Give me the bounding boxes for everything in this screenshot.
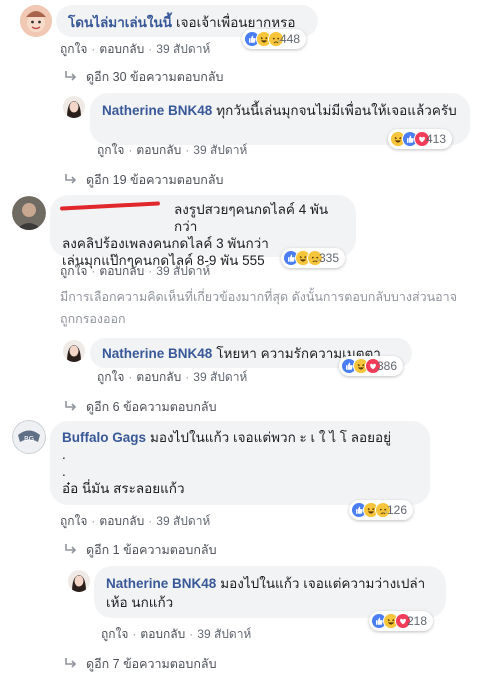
comment-text: อ๋อ นี่มัน สระลอยแก้ว (62, 481, 185, 496)
reaction-count: 386 (377, 359, 398, 373)
comment-author[interactable]: โดนไล่มาเล่นในนี้ (68, 15, 172, 30)
reaction-count: 448 (280, 32, 301, 46)
reaction-count: 335 (319, 251, 340, 265)
like-link[interactable]: ถูกใจ (60, 514, 87, 528)
timestamp[interactable]: 39 สัปดาห์ (156, 42, 210, 56)
view-replies-label: ดูอีก 30 ข้อความตอบกลับ (86, 70, 224, 84)
view-replies-link[interactable]: ดูอีก 7 ข้อความตอบกลับ (64, 654, 217, 674)
timestamp[interactable]: 39 สัปดาห์ (193, 143, 247, 157)
avatar[interactable] (68, 570, 90, 592)
comment-text: เห้อ นกแก้ว (106, 595, 174, 610)
user-avatar-icon (12, 196, 46, 230)
reaction-count: 413 (426, 132, 447, 146)
like-link[interactable]: ถูกใจ (97, 370, 124, 384)
comment-author[interactable]: Natherine BNK48 (102, 103, 212, 118)
view-replies-label: ดูอีก 7 ข้อความตอบกลับ (86, 657, 217, 671)
comment-author[interactable]: Natherine BNK48 (102, 346, 212, 361)
comment-text: มองไปในแก้ว เจอแต่พวก ะ เ ใ ไ โ ลอยอยู่ (150, 430, 392, 445)
svg-text:BG: BG (24, 435, 34, 443)
reaction-summary[interactable]: 448 (242, 29, 307, 49)
reply-arrow-icon (64, 399, 78, 413)
view-replies-label: ดูอีก 6 ข้อความตอบกลับ (86, 400, 217, 414)
comment-actions: ถูกใจ · ตอบกลับ · 39 สัปดาห์ (60, 514, 211, 528)
comment-text: . (62, 464, 66, 479)
like-link[interactable]: ถูกใจ (60, 42, 87, 56)
like-link[interactable]: ถูกใจ (97, 143, 124, 157)
comment-text: มองไปในแก้ว เจอแต่ความว่างเปล่า (220, 576, 426, 591)
user-avatar-icon (63, 96, 85, 118)
comment-actions: ถูกใจ · ตอบกลับ · 39 สัปดาห์ (101, 627, 252, 641)
view-replies-link[interactable]: ดูอีก 30 ข้อความตอบกลับ (64, 67, 223, 87)
reaction-summary[interactable]: 413 (388, 129, 453, 149)
like-link[interactable]: ถูกใจ (60, 264, 87, 278)
reply-arrow-icon (64, 69, 78, 83)
view-replies-link[interactable]: ดูอีก 19 ข้อความตอบกลับ (64, 170, 223, 190)
reaction-count: 126 (387, 503, 408, 517)
user-avatar-icon (68, 570, 90, 592)
reaction-summary[interactable]: 218 (369, 611, 434, 631)
view-replies-label: ดูอีก 19 ข้อความตอบกลับ (86, 173, 224, 187)
user-avatar-icon (20, 5, 52, 37)
avatar[interactable]: BG (12, 420, 46, 454)
view-replies-link[interactable]: ดูอีก 1 ข้อความตอบกลับ (64, 540, 217, 560)
comment-author[interactable]: Buffalo Gags (62, 430, 146, 445)
avatar[interactable] (20, 5, 52, 37)
filtered-replies-note: มีการเลือกความคิดเห็นที่เกี่ยวข้องมากที่… (60, 290, 458, 326)
comment-bubble: Buffalo Gags มองไปในแก้ว เจอแต่พวก ะ เ ใ … (50, 421, 430, 505)
reply-arrow-icon (64, 542, 78, 556)
comment-author[interactable]: Natherine BNK48 (106, 576, 216, 591)
reaction-summary[interactable]: 335 (281, 248, 346, 268)
reply-link[interactable]: ตอบกลับ (136, 143, 181, 157)
timestamp[interactable]: 39 สัปดาห์ (156, 514, 210, 528)
comment-text: ทุกวันนี้เล่นมุกจนไม่มีเพื่อนให้เจอแล้วค… (216, 103, 457, 118)
comment-actions: ถูกใจ · ตอบกลับ · 39 สัปดาห์ (97, 370, 248, 384)
view-replies-label: ดูอีก 1 ข้อความตอบกลับ (86, 543, 217, 557)
comment-actions: ถูกใจ · ตอบกลับ · 39 สัปดาห์ (97, 143, 248, 157)
reply-link[interactable]: ตอบกลับ (140, 627, 185, 641)
comment-actions: ถูกใจ · ตอบกลับ · 39 สัปดาห์ (60, 42, 211, 56)
redacted-author-name (59, 199, 161, 211)
reply-link[interactable]: ตอบกลับ (99, 264, 144, 278)
reply-link[interactable]: ตอบกลับ (99, 514, 144, 528)
reaction-summary[interactable]: 126 (349, 500, 414, 520)
comment-text: เจอเจ้าเพื่อนยากหรอ (175, 15, 296, 30)
comment-text: . (62, 447, 66, 462)
comment-actions: ถูกใจ · ตอบกลับ · 39 สัปดาห์ (60, 264, 211, 278)
like-link[interactable]: ถูกใจ (101, 627, 128, 641)
reply-arrow-icon (64, 172, 78, 186)
timestamp[interactable]: 39 สัปดาห์ (193, 370, 247, 384)
reaction-count: 218 (407, 614, 428, 628)
reply-link[interactable]: ตอบกลับ (99, 42, 144, 56)
timestamp[interactable]: 39 สัปดาห์ (156, 264, 210, 278)
reply-link[interactable]: ตอบกลับ (136, 370, 181, 384)
reaction-summary[interactable]: 386 (339, 356, 404, 376)
user-avatar-icon (63, 340, 85, 362)
avatar[interactable] (12, 196, 46, 230)
view-replies-link[interactable]: ดูอีก 6 ข้อความตอบกลับ (64, 397, 217, 417)
avatar[interactable] (63, 96, 85, 118)
reply-arrow-icon (64, 656, 78, 670)
timestamp[interactable]: 39 สัปดาห์ (197, 627, 251, 641)
page-logo-icon: BG (12, 420, 46, 454)
avatar[interactable] (63, 340, 85, 362)
